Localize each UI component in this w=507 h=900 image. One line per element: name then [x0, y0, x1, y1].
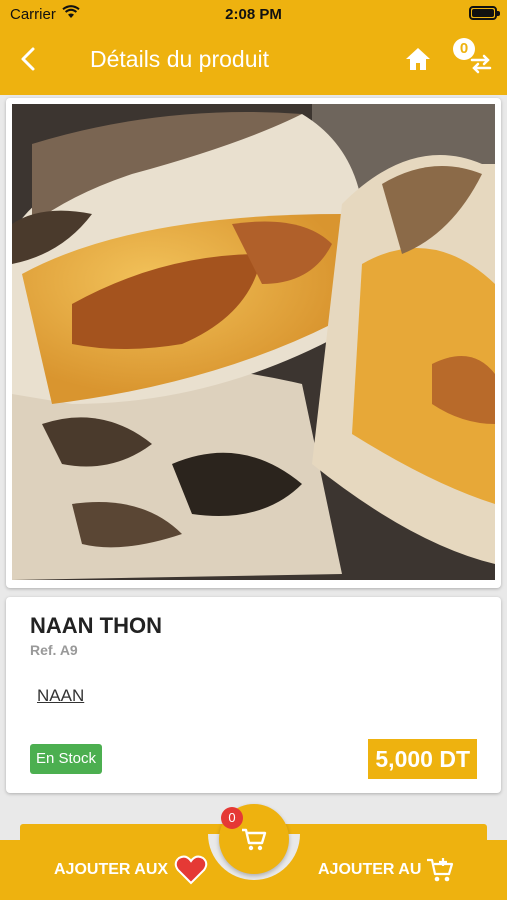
stock-badge: En Stock: [30, 744, 103, 774]
price-badge: 5,000 DT: [368, 739, 477, 779]
heart-icon: [174, 855, 208, 885]
top-bar: Carrier 2:08 PM Détails du produit 0: [0, 0, 507, 95]
product-image[interactable]: [12, 104, 495, 580]
app-header: Détails du produit 0: [0, 30, 507, 90]
product-name: NAAN THON: [30, 613, 162, 638]
add-to-favorites-button[interactable]: AJOUTER AUX: [54, 852, 208, 888]
add-to-favorites-label: AJOUTER AUX: [54, 861, 169, 878]
cart-icon: [242, 828, 267, 851]
product-category-link[interactable]: NAAN: [37, 686, 84, 706]
cart-count-badge: 0: [221, 807, 243, 829]
add-to-cart-label: AJOUTER AU: [318, 861, 422, 878]
add-to-cart-icon: [427, 858, 454, 882]
page-title: Détails du produit: [90, 46, 269, 72]
back-arrow-icon[interactable]: [14, 44, 44, 74]
status-bar: Carrier 2:08 PM: [0, 0, 507, 28]
compare-arrows-icon: [470, 54, 492, 74]
product-image-card: [6, 98, 501, 588]
battery-icon: [469, 6, 500, 20]
product-ref: Ref. A9: [30, 642, 78, 658]
add-to-cart-button[interactable]: AJOUTER AU: [318, 852, 455, 888]
product-info-card: NAAN THON Ref. A9 NAAN En Stock 5,000 DT: [6, 597, 501, 793]
compare-button[interactable]: 0: [450, 38, 494, 78]
clock: 2:08 PM: [225, 6, 282, 23]
home-icon[interactable]: [404, 46, 432, 72]
